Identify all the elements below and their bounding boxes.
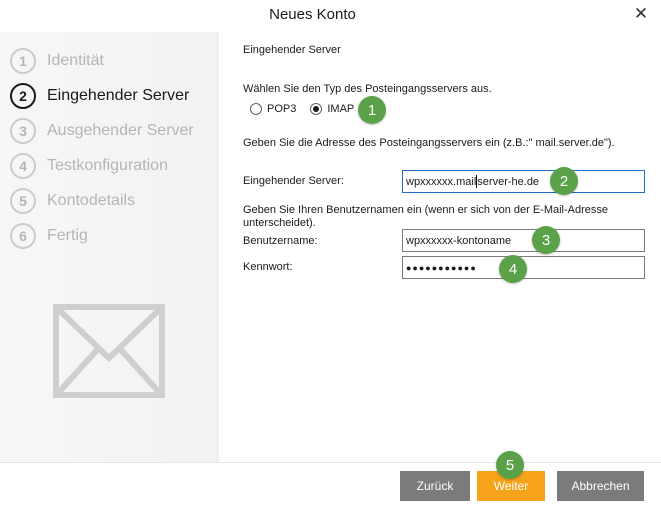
step-testkonfiguration: 4 Testkonfiguration — [10, 153, 168, 179]
password-value: ●●●●●●●●●●● — [406, 262, 477, 273]
server-text-before-caret: wpxxxxxx.mail — [406, 175, 477, 188]
password-label: Kennwort: — [243, 261, 293, 273]
username-hint: Geben Sie Ihren Benutzernamen ein (wenn … — [243, 204, 609, 229]
envelope-icon — [53, 304, 165, 398]
annotation-badge-4: 4 — [499, 255, 527, 283]
server-address-prompt: Geben Sie die Adresse des Posteingangsse… — [243, 137, 615, 149]
step-label: Testkonfiguration — [47, 157, 168, 174]
step-identitaet: 1 Identität — [10, 48, 104, 74]
username-input[interactable]: wpxxxxxx-kontoname — [402, 229, 645, 252]
annotation-badge-2: 2 — [550, 167, 578, 195]
annotation-badge-3: 3 — [532, 226, 560, 254]
step-fertig: 6 Fertig — [10, 223, 88, 249]
step-label: Ausgehender Server — [47, 122, 194, 139]
step-number: 4 — [10, 153, 36, 179]
cancel-button[interactable]: Abbrechen — [557, 471, 644, 501]
step-label: Kontodetails — [47, 192, 136, 209]
server-type-prompt: Wählen Sie den Typ des Posteingangsserve… — [243, 83, 492, 95]
form-panel: Eingehender Server Wählen Sie den Typ de… — [219, 32, 661, 462]
step-label: Eingehender Server — [47, 87, 190, 104]
radio-imap[interactable]: IMAP — [310, 103, 354, 115]
step-number: 2 — [10, 83, 36, 109]
radio-pop3[interactable]: POP3 — [250, 103, 296, 115]
step-eingehender-server: 2 Eingehender Server — [10, 83, 189, 109]
radio-imap-circle[interactable] — [310, 103, 323, 115]
radio-imap-label: IMAP — [327, 103, 355, 115]
server-type-radio-group: POP3 IMAP — [250, 103, 368, 115]
back-button[interactable]: Zurück — [400, 471, 470, 501]
incoming-server-input[interactable]: wpxxxxxx.mail server-he.de — [402, 170, 645, 193]
step-number: 5 — [10, 188, 36, 214]
step-label: Fertig — [47, 227, 88, 244]
radio-pop3-circle[interactable] — [250, 103, 262, 115]
step-kontodetails: 5 Kontodetails — [10, 188, 135, 214]
wizard-footer: Zurück Weiter Abbrechen — [0, 462, 661, 507]
step-number: 1 — [10, 48, 36, 74]
section-title: Eingehender Server — [243, 44, 341, 56]
close-icon[interactable]: ✕ — [631, 4, 651, 24]
radio-pop3-label: POP3 — [267, 103, 297, 115]
step-number: 3 — [10, 118, 36, 144]
incoming-server-label: Eingehender Server: — [243, 175, 344, 187]
server-text-after-caret: server-he.de — [477, 175, 540, 188]
annotation-badge-5: 5 — [496, 451, 524, 479]
username-value: wpxxxxxx-kontoname — [406, 234, 512, 247]
title-bar: Neues Konto ✕ — [0, 0, 661, 32]
window-title: Neues Konto — [269, 6, 356, 23]
wizard-sidebar: 1 Identität 2 Eingehender Server 3 Ausge… — [0, 32, 219, 462]
step-label: Identität — [47, 52, 104, 69]
step-number: 6 — [10, 223, 36, 249]
annotation-badge-1: 1 — [358, 96, 386, 124]
username-label: Benutzername: — [243, 235, 318, 247]
step-ausgehender-server: 3 Ausgehender Server — [10, 118, 194, 144]
